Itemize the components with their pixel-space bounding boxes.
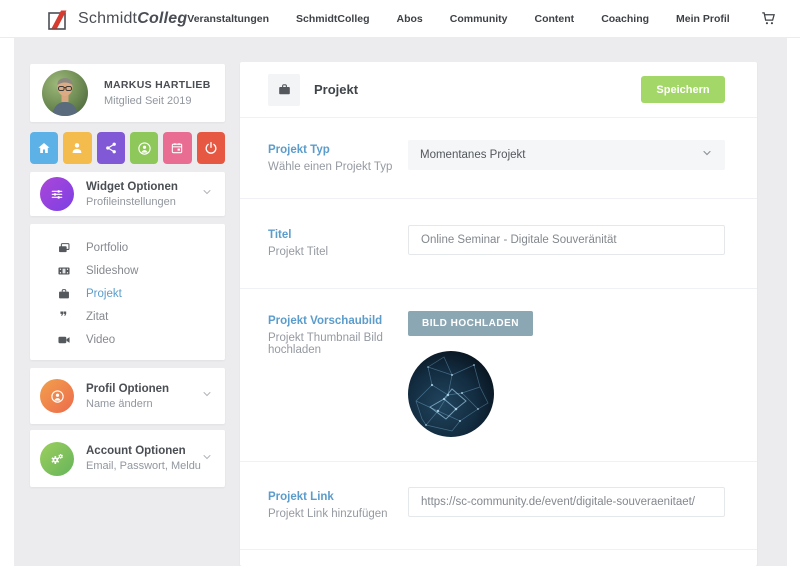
user-icon [40,379,74,413]
member-since: Mitglied Seit 2019 [104,95,211,107]
member-button[interactable] [130,132,158,164]
power-icon [204,141,218,155]
account-options-subtitle: Email, Passwort, Meldungen ... [86,460,201,472]
field-help: Projekt Link hinzufügen [268,508,408,520]
quote-icon: ❞ [55,310,72,323]
projekt-thumbnail-image [408,351,494,437]
widget-options-header[interactable]: Widget Optionen Profileinstellungen [30,172,225,216]
briefcase-icon [55,287,72,301]
profile-name: MARKUS HARTLIEB [104,79,211,91]
field-label: Projekt Typ [268,144,408,156]
widget-options-subtitle: Profileinstellungen [86,196,201,208]
profil-options-title: Profil Optionen [86,383,201,395]
menu-item-label: Video [86,334,115,346]
projekt-link-input[interactable] [408,487,725,517]
profile-button[interactable] [63,132,91,164]
form-row-projekt-link: Projekt Link Projekt Link hinzufügen [240,462,757,550]
widget-options-meta: Widget Optionen Profileinstellungen [86,181,201,208]
menu-item-label: Zitat [86,311,108,323]
menu-item-portfolio[interactable]: Portfolio [30,236,225,259]
projekt-panel: Projekt Speichern Projekt Typ Wähle eine… [240,62,757,566]
bild-hochladen-button[interactable]: BILD HOCHLADEN [408,311,533,336]
calendar-button[interactable] [163,132,191,164]
nav-links: Veranstaltungen SchmidtColleg Abos Commu… [187,11,775,26]
field-labels: Projekt Typ Wähle einen Projekt Typ [268,140,408,173]
schmidtcolleg-logo-icon [46,7,70,31]
field-control: Momentanes Projekt [408,140,725,173]
chevron-down-icon [701,146,713,164]
portfolio-icon [55,241,72,255]
nav-content[interactable]: Content [535,13,575,25]
field-help: Wähle einen Projekt Typ [268,161,408,173]
sliders-icon [40,177,74,211]
form-row-vorschaubild: Projekt Vorschaubild Projekt Thumbnail B… [240,289,757,462]
nav-coaching[interactable]: Coaching [601,13,649,25]
user-icon [70,141,84,155]
nav-veranstaltungen[interactable]: Veranstaltungen [187,13,269,25]
user-circle-icon [137,141,152,156]
menu-item-slideshow[interactable]: Slideshow [30,259,225,282]
briefcase-icon [268,74,300,106]
gears-icon [40,442,74,476]
form-row-titel: Titel Projekt Titel [240,199,757,289]
field-label: Projekt Link [268,491,408,503]
top-navbar: SchmidtColleg Veranstaltungen SchmidtCol… [0,0,800,38]
share-button[interactable] [97,132,125,164]
menu-item-label: Portfolio [86,242,128,254]
field-help: Projekt Thumbnail Bild hochladen [268,332,408,356]
quick-actions [30,132,225,164]
cart-icon[interactable] [761,11,776,26]
chevron-down-icon [201,387,213,405]
widget-menu: Portfolio Slideshow Projekt ❞ Zitat [30,224,225,360]
projekt-typ-select[interactable]: Momentanes Projekt [408,140,725,170]
menu-item-label: Slideshow [86,265,138,277]
nav-community[interactable]: Community [450,13,508,25]
field-control: BILD HOCHLADEN [408,311,725,437]
video-icon [55,333,72,347]
menu-item-video[interactable]: Video [30,328,225,351]
field-label: Titel [268,229,408,241]
nav-abos[interactable]: Abos [397,13,423,25]
field-labels: Projekt Vorschaubild Projekt Thumbnail B… [268,311,408,437]
home-icon [37,141,51,155]
account-options-title: Account Optionen [86,445,201,457]
calendar-icon [170,141,184,155]
widget-options-title: Widget Optionen [86,181,201,193]
page-background: MARKUS HARTLIEB Mitglied Seit 2019 [14,38,787,566]
nav-schmidtcolleg[interactable]: SchmidtColleg [296,13,370,25]
avatar [42,70,88,116]
panel-header: Projekt Speichern [240,62,757,118]
brand-name: SchmidtColleg [78,10,187,28]
chevron-down-icon [201,185,213,203]
page-title: Projekt [314,82,641,97]
sidebar: MARKUS HARTLIEB Mitglied Seit 2019 [30,64,225,487]
save-button[interactable]: Speichern [641,76,725,103]
menu-item-projekt[interactable]: Projekt [30,282,225,305]
form-row-projekt-typ: Projekt Typ Wähle einen Projekt Typ Mome… [240,118,757,199]
field-label: Projekt Vorschaubild [268,315,408,327]
field-control [408,225,725,258]
profil-options-header[interactable]: Profil Optionen Name ändern [30,368,225,424]
menu-item-label: Projekt [86,288,122,300]
share-icon [104,141,118,155]
nav-mein-profil[interactable]: Mein Profil [676,13,730,25]
home-button[interactable] [30,132,58,164]
profile-meta: MARKUS HARTLIEB Mitglied Seit 2019 [104,79,211,107]
menu-item-zitat[interactable]: ❞ Zitat [30,305,225,328]
profil-options-subtitle: Name ändern [86,398,201,410]
account-options-meta: Account Optionen Email, Passwort, Meldun… [86,445,201,472]
profile-card: MARKUS HARTLIEB Mitglied Seit 2019 [30,64,225,122]
chevron-down-icon [201,450,213,468]
field-control [408,487,725,520]
field-labels: Titel Projekt Titel [268,225,408,258]
account-options-header[interactable]: Account Optionen Email, Passwort, Meldun… [30,430,225,487]
profil-options-meta: Profil Optionen Name ändern [86,383,201,410]
field-help: Projekt Titel [268,246,408,258]
field-labels: Projekt Link Projekt Link hinzufügen [268,487,408,520]
select-value: Momentanes Projekt [420,149,701,161]
logout-button[interactable] [197,132,225,164]
projekt-titel-input[interactable] [408,225,725,255]
brand-logo[interactable]: SchmidtColleg [46,7,187,31]
slideshow-icon [55,264,72,278]
